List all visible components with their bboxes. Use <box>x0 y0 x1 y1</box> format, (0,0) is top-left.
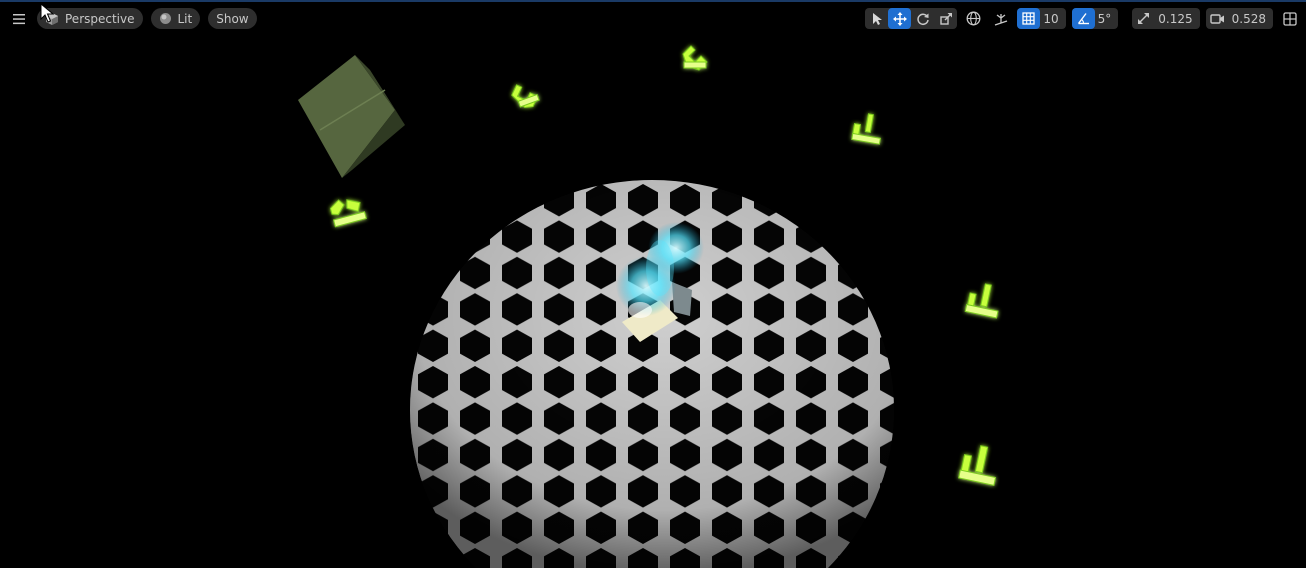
viewport-layout-icon <box>1282 11 1297 26</box>
scale-mode-button[interactable] <box>934 8 957 29</box>
grid-snap-group: 10 <box>1017 8 1066 29</box>
rotation-snap-value[interactable]: 5° <box>1095 12 1119 26</box>
surface-snapping-button[interactable] <box>990 8 1011 29</box>
rotation-snap-toggle[interactable] <box>1071 8 1095 29</box>
show-flags-button[interactable]: Show <box>208 8 257 29</box>
translate-mode-button[interactable] <box>888 8 912 29</box>
green-marker-5 <box>964 283 999 319</box>
angle-icon <box>1077 13 1089 25</box>
sphere-icon <box>159 13 171 24</box>
level-viewport[interactable]: Perspective Lit Show 10 5° 0.125 0.528 <box>0 0 1306 568</box>
hamburger-menu-icon <box>12 13 25 24</box>
rotation-snap-group: 5° <box>1071 8 1119 29</box>
lighting-mode-button[interactable]: Lit <box>150 8 201 29</box>
viewport-options-button[interactable] <box>8 8 29 29</box>
scene-render[interactable] <box>0 0 1306 568</box>
show-label: Show <box>216 11 249 26</box>
transform-tools-group <box>865 8 958 29</box>
camera-speed-value: 0.528 <box>1231 11 1266 26</box>
grid-icon <box>1022 12 1036 25</box>
green-marker-1 <box>511 84 540 108</box>
green-marker-3 <box>851 113 881 145</box>
world-local-toggle-button[interactable] <box>963 8 984 29</box>
rotate-icon <box>917 13 929 25</box>
lighting-mode-label: Lit <box>177 11 193 26</box>
rotate-mode-button[interactable] <box>911 8 934 29</box>
green-marker-6 <box>958 445 997 486</box>
move-arrows-icon <box>892 11 907 26</box>
olive-cube-mesh <box>298 55 405 178</box>
mouse-cursor-icon <box>40 3 54 23</box>
green-marker-2 <box>682 45 708 71</box>
camera-speed-icon-wrap <box>1206 8 1229 29</box>
grid-snap-value[interactable]: 10 <box>1040 12 1065 26</box>
grid-snap-toggle[interactable] <box>1017 8 1041 29</box>
scale-arrow-icon <box>1138 13 1150 24</box>
select-mode-button[interactable] <box>865 8 888 29</box>
scale-snap-toggle[interactable] <box>1132 8 1155 29</box>
viewport-layout-button[interactable] <box>1279 8 1300 29</box>
camera-speed-group[interactable]: 0.528 <box>1205 8 1273 29</box>
scale-snap-group: 0.125 <box>1132 8 1200 29</box>
view-mode-label: Perspective <box>65 11 135 26</box>
globe-icon <box>966 11 981 26</box>
green-marker-4 <box>329 199 367 228</box>
camera-icon <box>1209 13 1224 24</box>
surface-snap-icon <box>994 13 1008 26</box>
arrow-cursor-icon <box>872 12 882 25</box>
viewport-toolbar-right: 10 5° 0.125 0.528 <box>865 8 1300 29</box>
scale-snap-value[interactable]: 0.125 <box>1155 12 1199 26</box>
scale-icon <box>940 12 952 25</box>
